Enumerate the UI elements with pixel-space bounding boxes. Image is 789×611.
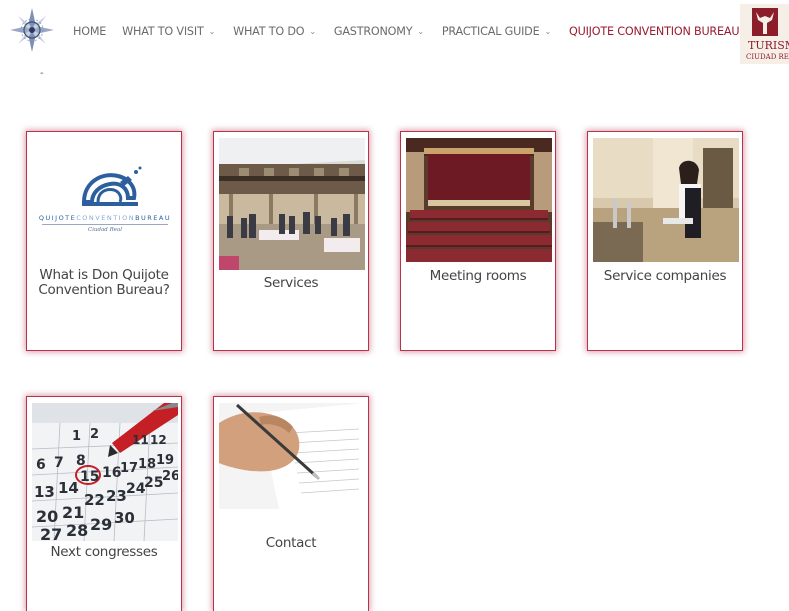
wordmark-convention: CONVENTION: [76, 214, 136, 222]
calendar-day: 15: [80, 469, 100, 485]
hand-signing-image: [219, 403, 365, 509]
waitress-image: [593, 138, 739, 262]
nav-what-to-do-label: WHAT TO DO: [233, 25, 305, 38]
card-services[interactable]: Services: [213, 131, 369, 351]
calendar-day: 18: [138, 457, 157, 472]
calendar-day: 24: [126, 481, 146, 497]
card-label: What is Don Quijote Convention Bureau?: [38, 267, 170, 298]
nav-what-to-do[interactable]: WHAT TO DO ⌄: [233, 25, 316, 38]
calendar-day: 8: [76, 453, 86, 469]
nav-quijote-convention-bureau-label: QUIJOTE CONVENTION BUREAU: [568, 25, 740, 38]
calendar-day: 26: [162, 469, 178, 484]
turismo-ciudad-real-logo[interactable]: TURISMO CIUDAD REAL: [740, 4, 789, 64]
calendar-photo: 1 2 11 12 6 7 8 15 16 17 18 19 13 14 22 …: [32, 403, 178, 541]
card-what-is-convention-bureau[interactable]: QUIJOTECONVENTIONBUREAU Ciudad Real What…: [26, 131, 182, 351]
calendar-day: 27: [40, 525, 63, 541]
calendar-day: 7: [54, 455, 64, 471]
chevron-down-icon: ⌄: [208, 27, 216, 36]
logo-divider: [42, 224, 168, 225]
compass-rose-icon: [10, 8, 54, 52]
logo-tagline: Ciudad Real: [87, 227, 122, 233]
auditorium-photo: [406, 138, 552, 262]
chevron-down-icon: ⌄: [309, 27, 316, 36]
calendar-day: 19: [156, 453, 175, 468]
waitress-bar-photo: [593, 138, 739, 262]
brand-subtext: CIUDAD REAL: [746, 53, 789, 61]
nav-what-to-visit[interactable]: WHAT TO VISIT ⌄: [122, 25, 215, 38]
auditorium-image: [406, 138, 552, 262]
calendar-day: 21: [62, 503, 85, 522]
calendar-day: 29: [90, 515, 113, 534]
nav-home-label: HOME: [73, 25, 107, 38]
calendar-day: 2: [90, 427, 100, 442]
logo-caption: -: [40, 68, 44, 79]
nav-home[interactable]: HOME: [73, 25, 106, 38]
calendar-day: 1: [72, 429, 82, 444]
chevron-down-icon: ⌄: [417, 27, 424, 36]
card-service-companies[interactable]: Service companies: [587, 131, 743, 351]
card-meeting-rooms[interactable]: Meeting rooms: [400, 131, 556, 351]
card-label: Contact: [265, 535, 317, 551]
calendar-day: 23: [106, 487, 127, 505]
card-label: Next congresses: [50, 544, 158, 560]
nav-practical-guide-label: PRACTICAL GUIDE: [441, 25, 540, 38]
calendar-day: 17: [120, 461, 139, 476]
card-label: Meeting rooms: [429, 268, 527, 284]
nav-quijote-convention-bureau[interactable]: QUIJOTE CONVENTION BUREAU⌄: [569, 25, 751, 38]
signing-document-photo: [219, 403, 365, 509]
wordmark-quijote: QUIJOTE: [38, 214, 77, 222]
nav-gastronomy[interactable]: GASTRONOMY ⌄: [334, 25, 424, 38]
brand-text: TURISMO: [748, 39, 789, 52]
main-navigation: HOME WHAT TO VISIT ⌄ WHAT TO DO ⌄ GASTRONO…: [73, 25, 769, 38]
card-next-congresses[interactable]: 1 2 11 12 6 7 8 15 16 17 18 19 13 14 22 …: [26, 396, 182, 611]
calendar-day: 14: [58, 479, 79, 497]
calendar-day: 16: [102, 465, 122, 481]
calendar-day: 12: [150, 433, 167, 447]
calendar-day: 6: [36, 457, 46, 473]
calendar-day: 22: [84, 491, 105, 509]
nav-practical-guide[interactable]: PRACTICAL GUIDE ⌄: [442, 25, 551, 38]
convention-bureau-logo-icon: [81, 166, 142, 206]
calendar-day: 13: [34, 483, 55, 501]
calendar-numbers: 1 2 11 12 6 7 8 15 16 17 18 19 13 14 22 …: [32, 403, 178, 541]
card-label: Service companies: [603, 268, 727, 284]
convention-bureau-logo-image: QUIJOTECONVENTIONBUREAU Ciudad Real: [32, 154, 178, 254]
card-label: Services: [263, 275, 319, 291]
calendar-day: 11: [132, 433, 149, 447]
calendar-day: 28: [66, 521, 89, 540]
calendar-day: 30: [114, 509, 135, 527]
courtyard-image: [219, 138, 365, 270]
logo-wordmark: QUIJOTECONVENTIONBUREAU: [32, 214, 178, 222]
chevron-down-icon: ⌄: [544, 27, 551, 36]
card-contact[interactable]: Contact: [213, 396, 369, 611]
calendar-day: 20: [36, 507, 59, 526]
site-logo[interactable]: [10, 6, 54, 66]
calendar-day: 25: [144, 475, 164, 491]
nav-what-to-visit-label: WHAT TO VISIT: [122, 25, 204, 38]
deer-emblem-icon: [752, 8, 778, 36]
courtyard-event-photo: [219, 138, 365, 270]
nav-gastronomy-label: GASTRONOMY: [333, 25, 413, 38]
wordmark-bureau: BUREAU: [135, 214, 172, 222]
